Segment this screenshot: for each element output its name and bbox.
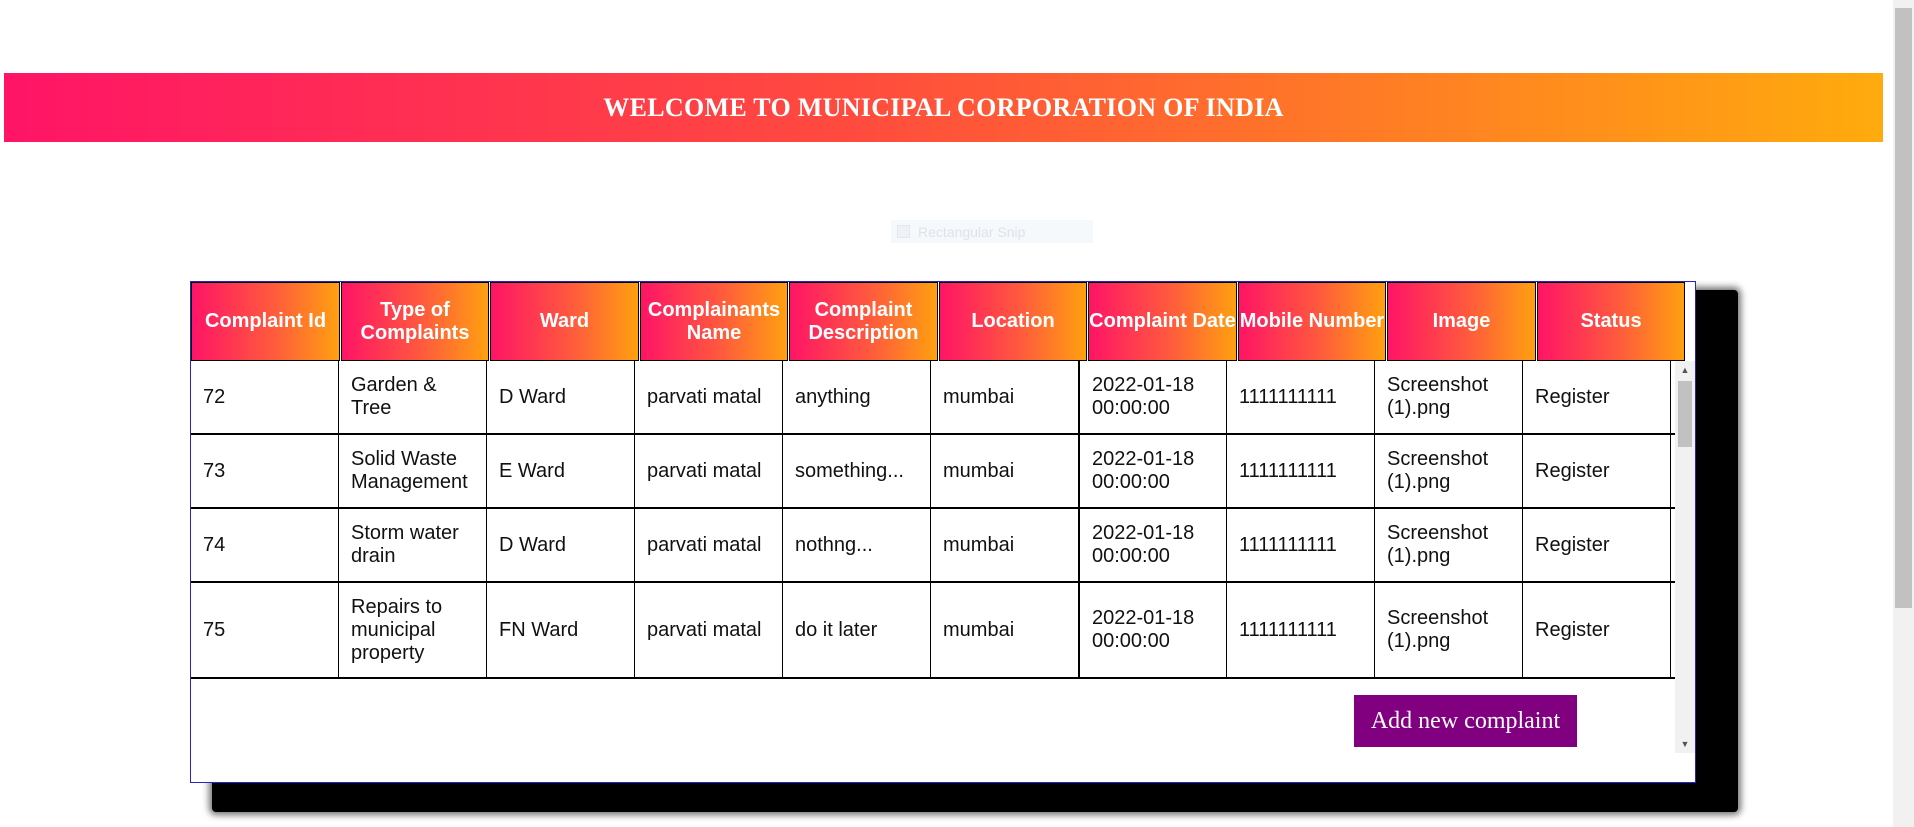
cell-date: 2022-01-18 00:00:00 [1079,509,1227,581]
header-image: Image [1387,282,1536,361]
cell-name: parvati matal [635,509,783,581]
snip-icon [897,225,910,238]
cell-name: parvati matal [635,361,783,433]
cell-type: Repairs to municipal property [339,583,487,677]
cell-location: mumbai [931,435,1079,507]
cell-type: Solid Waste Management [339,435,487,507]
cell-location: mumbai [931,361,1079,433]
welcome-banner: WELCOME TO MUNICIPAL CORPORATION OF INDI… [4,73,1883,142]
add-new-complaint-button[interactable]: Add new complaint [1354,695,1577,747]
cell-description: nothng... [783,509,931,581]
complaints-card: Complaint Id Type of Complaints Ward Com… [190,281,1696,783]
cell-image: Screenshot (1).png [1375,583,1523,677]
cell-status: Register [1523,509,1671,581]
cell-name: parvati matal [635,583,783,677]
table-row: 72 Garden & Tree D Ward parvati matal an… [191,361,1675,435]
cell-mobile: 1111111111 [1227,509,1375,581]
cell-date: 2022-01-18 00:00:00 [1079,361,1227,433]
header-status: Status [1537,282,1685,361]
cell-mobile: 1111111111 [1227,583,1375,677]
cell-status: Register [1523,361,1671,433]
cell-ward: D Ward [487,509,635,581]
cell-mobile: 1111111111 [1227,361,1375,433]
cell-ward: FN Ward [487,583,635,677]
scroll-down-arrow-icon[interactable]: ▼ [1675,735,1695,753]
table-row: 75 Repairs to municipal property FN Ward… [191,583,1675,679]
table-body: 72 Garden & Tree D Ward parvati matal an… [191,361,1675,679]
table-header: Complaint Id Type of Complaints Ward Com… [191,282,1686,361]
cell-location: mumbai [931,509,1079,581]
cell-status: Register [1523,435,1671,507]
cell-name: parvati matal [635,435,783,507]
snip-tooltip: Rectangular Snip [891,220,1093,243]
header-mobile-number: Mobile Number [1238,282,1386,361]
table-row: 73 Solid Waste Management E Ward parvati… [191,435,1675,509]
cell-image: Screenshot (1).png [1375,509,1523,581]
cell-complaint-id: 74 [191,509,339,581]
cell-type: Storm water drain [339,509,487,581]
page-scrollbar[interactable] [1893,0,1914,827]
cell-ward: D Ward [487,361,635,433]
cell-description: something... [783,435,931,507]
cell-image: Screenshot (1).png [1375,435,1523,507]
cell-date: 2022-01-18 00:00:00 [1079,583,1227,677]
header-complaint-description: Complaint Description [789,282,938,361]
header-complaint-date: Complaint Date [1088,282,1237,361]
snip-label: Rectangular Snip [918,223,1026,240]
header-complainants-name: Complainants Name [640,282,788,361]
cell-description: anything [783,361,931,433]
scroll-up-arrow-icon[interactable]: ▲ [1675,361,1695,379]
cell-status: Register [1523,583,1671,677]
cell-complaint-id: 73 [191,435,339,507]
header-location: Location [939,282,1087,361]
header-type-of-complaints: Type of Complaints [341,282,489,361]
cell-mobile: 1111111111 [1227,435,1375,507]
cell-complaint-id: 75 [191,583,339,677]
page-scroll-thumb[interactable] [1895,8,1912,608]
cell-complaint-id: 72 [191,361,339,433]
header-ward: Ward [490,282,639,361]
cell-ward: E Ward [487,435,635,507]
cell-description: do it later [783,583,931,677]
cell-type: Garden & Tree [339,361,487,433]
banner-title: WELCOME TO MUNICIPAL CORPORATION OF INDI… [603,92,1284,122]
table-scrollbar[interactable]: ▲ ▼ [1675,361,1695,753]
cell-location: mumbai [931,583,1079,677]
table-row: 74 Storm water drain D Ward parvati mata… [191,509,1675,583]
cell-date: 2022-01-18 00:00:00 [1079,435,1227,507]
cell-image: Screenshot (1).png [1375,361,1523,433]
table-scroll-thumb[interactable] [1678,381,1692,447]
header-complaint-id: Complaint Id [191,282,340,361]
